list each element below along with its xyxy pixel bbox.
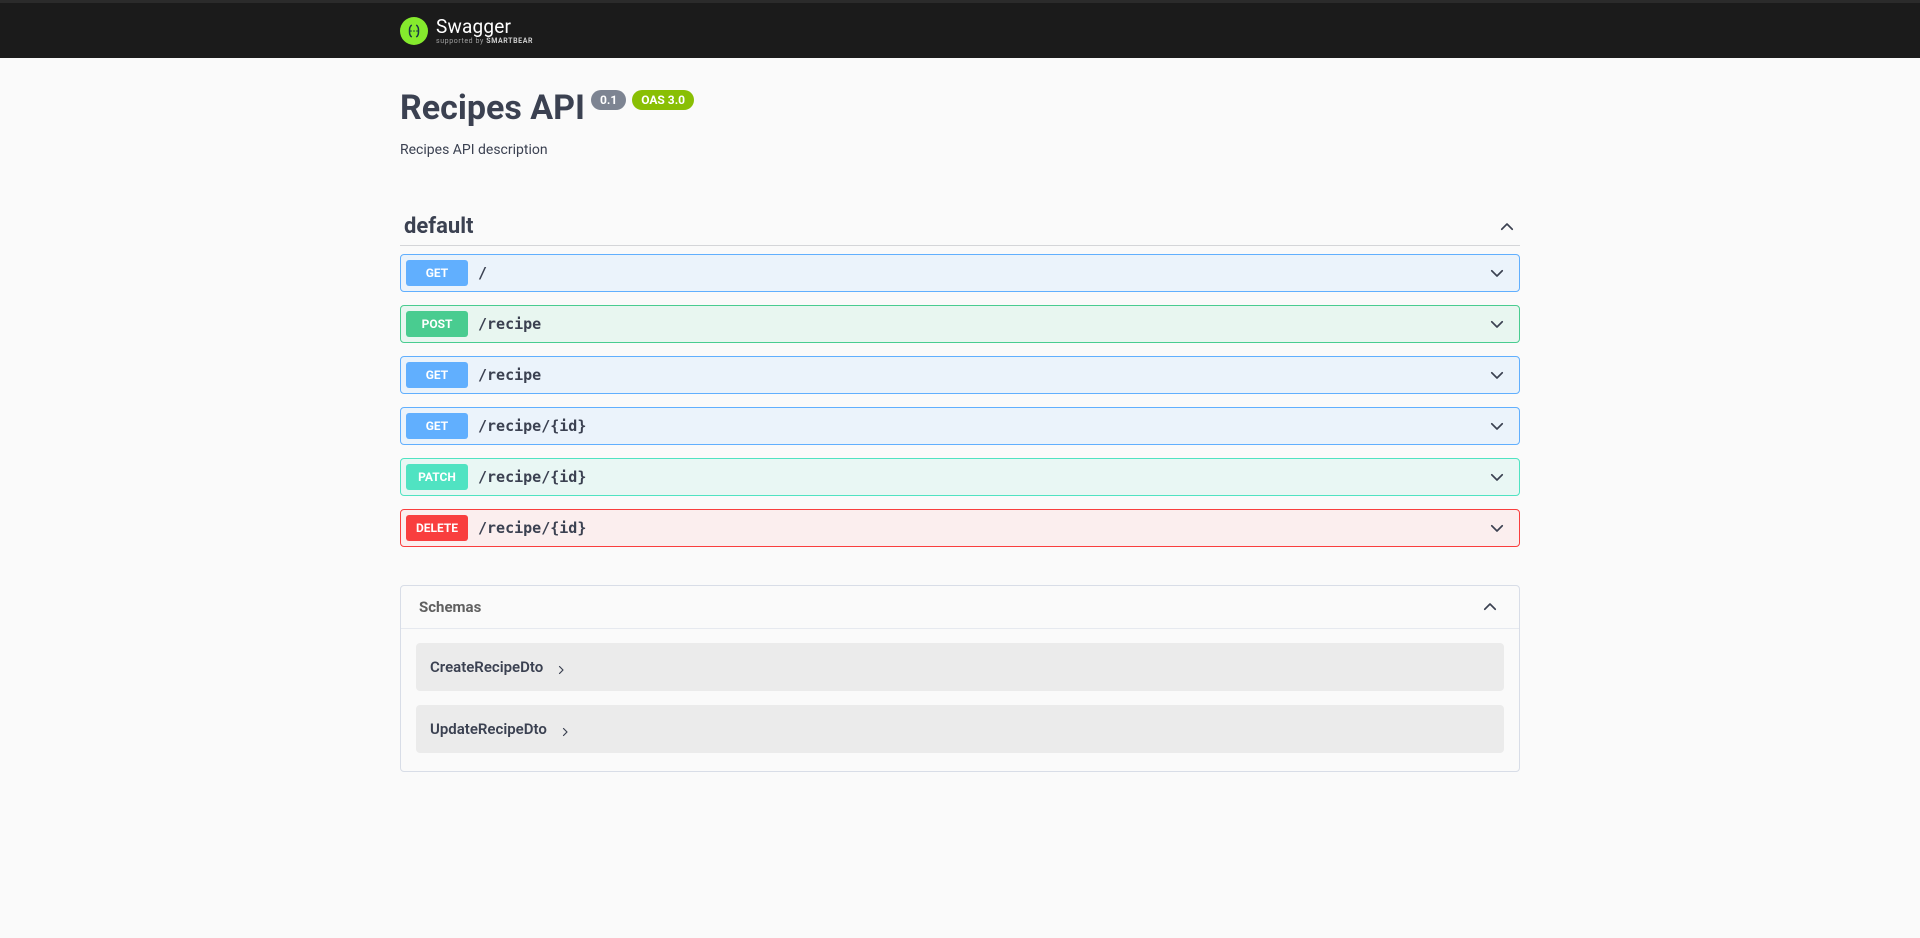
- http-method-badge: GET: [406, 362, 468, 388]
- endpoint-path: /recipe: [478, 315, 1488, 333]
- chevron-up-icon: [1481, 598, 1499, 616]
- schemas-list: CreateRecipeDto UpdateRecipeDto: [401, 628, 1519, 771]
- endpoint-path: /recipe/{id}: [478, 519, 1488, 537]
- chevron-up-icon: [1498, 218, 1516, 236]
- chevron-down-icon: [1488, 519, 1506, 537]
- http-method-badge: POST: [406, 311, 468, 337]
- schema-item[interactable]: UpdateRecipeDto: [416, 705, 1504, 753]
- operation-row[interactable]: POST/recipe: [400, 305, 1520, 343]
- chevron-right-icon: [555, 661, 567, 673]
- api-title: Recipes API: [400, 88, 585, 128]
- schema-name: UpdateRecipeDto: [430, 720, 547, 738]
- operation-row[interactable]: DELETE/recipe/{id}: [400, 509, 1520, 547]
- chevron-down-icon: [1488, 315, 1506, 333]
- oas-badge: OAS 3.0: [632, 90, 694, 110]
- chevron-down-icon: [1488, 366, 1506, 384]
- version-badge: 0.1: [591, 90, 626, 110]
- endpoint-path: /: [478, 264, 1488, 282]
- operation-row[interactable]: GET /: [400, 254, 1520, 292]
- chevron-down-icon: [1488, 468, 1506, 486]
- tag-name: default: [404, 214, 474, 239]
- endpoint-path: /recipe/{id}: [478, 468, 1488, 486]
- operation-row[interactable]: GET/recipe: [400, 356, 1520, 394]
- logo-sub-text: supported by SMARTBEAR: [436, 38, 533, 45]
- logo-main-text: Swagger: [436, 17, 533, 36]
- operation-row[interactable]: GET/recipe/{id}: [400, 407, 1520, 445]
- http-method-badge: GET: [406, 413, 468, 439]
- swagger-logo-text: Swagger supported by SMARTBEAR: [436, 17, 533, 45]
- api-description: Recipes API description: [400, 142, 1520, 158]
- endpoint-path: /recipe/{id}: [478, 417, 1488, 435]
- operations-list: GET/POST/recipeGET/recipeGET/recipe/{id}…: [400, 254, 1520, 547]
- tag-header[interactable]: default: [400, 208, 1520, 246]
- chevron-right-icon: [559, 723, 571, 735]
- topbar: Swagger supported by SMARTBEAR: [0, 3, 1920, 58]
- schema-name: CreateRecipeDto: [430, 658, 543, 676]
- schema-item[interactable]: CreateRecipeDto: [416, 643, 1504, 691]
- http-method-badge: PATCH: [406, 464, 468, 490]
- swagger-logo-icon: [400, 17, 428, 45]
- api-title-row: Recipes API 0.1 OAS 3.0: [400, 88, 1520, 128]
- operation-row[interactable]: PATCH/recipe/{id}: [400, 458, 1520, 496]
- schemas-header[interactable]: Schemas: [401, 586, 1519, 628]
- schemas-section: Schemas CreateRecipeDto UpdateRecipeDto: [400, 585, 1520, 772]
- swagger-logo[interactable]: Swagger supported by SMARTBEAR: [400, 17, 533, 45]
- http-method-badge: DELETE: [406, 515, 468, 541]
- chevron-down-icon: [1488, 417, 1506, 435]
- schemas-title: Schemas: [419, 598, 481, 616]
- http-method-badge: GET: [406, 260, 468, 286]
- chevron-down-icon: [1488, 264, 1506, 282]
- endpoint-path: /recipe: [478, 366, 1488, 384]
